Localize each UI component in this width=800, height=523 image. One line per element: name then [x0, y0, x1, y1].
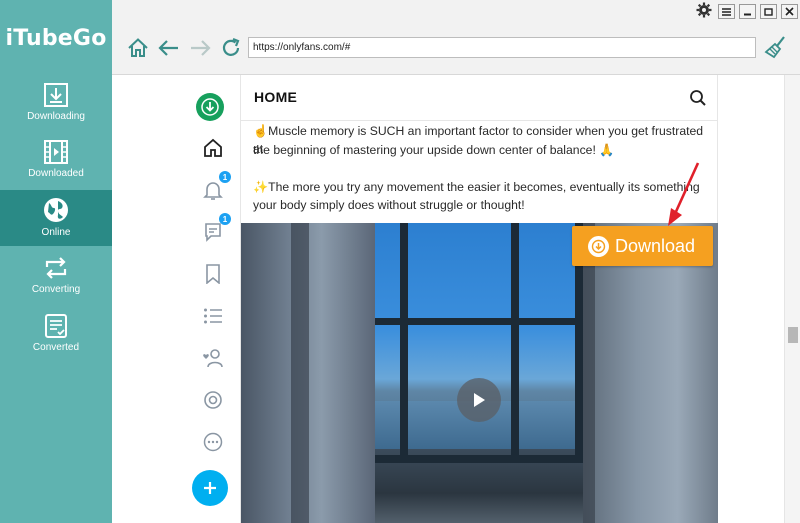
video-frame: [375, 223, 583, 523]
new-post-button[interactable]: [192, 470, 228, 506]
post-video[interactable]: [241, 223, 718, 523]
sidebar-item-label: Downloading: [27, 111, 85, 122]
minimize-icon: [744, 13, 751, 15]
annotation-arrow-icon: [668, 162, 700, 226]
sidebar-item-online[interactable]: Online: [0, 190, 112, 246]
home-icon: [204, 138, 222, 157]
forward-arrow-icon[interactable]: [188, 36, 212, 60]
itubego-download-badge[interactable]: [196, 93, 224, 121]
message-icon: [205, 223, 221, 242]
more-icon: [203, 432, 223, 452]
bell-icon: [203, 182, 223, 200]
sidebar-item-label: Online: [41, 227, 71, 238]
globe-icon: [44, 198, 68, 222]
sidebar-item-label: Converted: [32, 342, 80, 353]
app-sidebar: iTubeGo Downloading Downloaded Online Co…: [0, 0, 112, 523]
convert-arrows-icon: [45, 257, 67, 279]
site-home-link[interactable]: [200, 135, 226, 161]
site-lists-link[interactable]: [200, 303, 226, 329]
maximize-button[interactable]: [760, 4, 777, 19]
home-button-icon[interactable]: [126, 36, 150, 60]
clear-broom-icon[interactable]: [764, 35, 788, 59]
menu-button[interactable]: [718, 4, 735, 19]
download-arrow-icon: [588, 235, 609, 257]
site-subscriptions-link[interactable]: [200, 345, 226, 371]
site-notifications-link[interactable]: 1: [200, 171, 231, 203]
back-arrow-icon[interactable]: [157, 36, 181, 60]
play-button[interactable]: [457, 378, 501, 422]
close-icon: [785, 7, 794, 16]
document-check-icon: [45, 314, 67, 338]
film-icon: [44, 140, 68, 164]
video-blur-right: [583, 223, 718, 523]
coin-icon: [204, 391, 222, 409]
download-tray-icon: [44, 83, 68, 107]
sidebar-item-label: Downloaded: [28, 168, 84, 179]
download-button[interactable]: Download: [572, 226, 713, 266]
menu-icon: [722, 7, 731, 16]
browser-toolbar: [112, 0, 800, 75]
bookmark-icon: [206, 264, 220, 284]
maximize-icon: [764, 7, 773, 16]
sidebar-item-converted[interactable]: Converted: [0, 307, 112, 363]
site-bookmarks-link[interactable]: [200, 261, 226, 287]
notification-badge: 1: [219, 171, 231, 183]
list-icon: [204, 308, 222, 324]
sidebar-item-downloaded[interactable]: Downloaded: [0, 133, 112, 189]
sidebar-item-label: Converting: [31, 284, 81, 295]
url-input[interactable]: [248, 37, 756, 58]
refresh-icon[interactable]: [219, 36, 243, 60]
app-logo: iTubeGo: [5, 26, 107, 51]
site-more-link[interactable]: [200, 429, 226, 455]
download-button-label: Download: [615, 235, 696, 256]
play-icon: [474, 393, 485, 407]
page-scrollbar[interactable]: [784, 75, 800, 523]
post-text-line: ✨The more you try any movement the easie…: [253, 180, 700, 194]
plus-icon: [204, 482, 216, 494]
feed-column: HOME ☝️Muscle memory is SUCH an importan…: [240, 75, 718, 523]
site-nav-column: 1 1: [188, 75, 240, 523]
video-blur-left: [241, 223, 375, 523]
message-badge: 1: [219, 213, 231, 225]
site-wallet-link[interactable]: [200, 387, 226, 413]
feed-header: HOME: [241, 75, 718, 121]
post-text-line: your body simply does without struggle o…: [253, 198, 525, 212]
gear-icon[interactable]: [696, 2, 712, 18]
sidebar-item-downloading[interactable]: Downloading: [0, 76, 112, 132]
scrollbar-thumb[interactable]: [788, 327, 798, 343]
site-messages-link[interactable]: 1: [200, 213, 231, 245]
sidebar-item-converting[interactable]: Converting: [0, 249, 112, 305]
search-icon[interactable]: [689, 89, 707, 107]
post-text-line: the beginning of mastering your upside d…: [253, 143, 615, 157]
minimize-button[interactable]: [739, 4, 756, 19]
page-title: HOME: [254, 89, 298, 105]
person-heart-icon: [203, 349, 223, 368]
close-button[interactable]: [781, 4, 798, 19]
download-circle-icon: [201, 98, 219, 116]
browser-viewport: 1 1 HOME ☝️Muscle memory is SUCH an impo…: [112, 75, 800, 523]
